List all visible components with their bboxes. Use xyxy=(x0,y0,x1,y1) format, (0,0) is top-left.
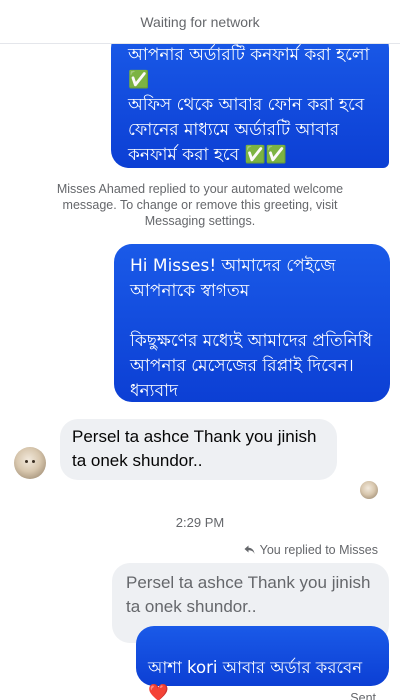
reply-indicator: You replied to Misses xyxy=(244,543,378,557)
contact-avatar[interactable] xyxy=(14,447,46,479)
outgoing-message-2[interactable]: Hi Misses! আমাদের পেইজে আপনাকে স্বাগতম ক… xyxy=(114,244,390,402)
system-note: Misses Ahamed replied to your automated … xyxy=(56,182,344,228)
network-status-text: Waiting for network xyxy=(140,13,260,30)
heart-emoji-icon: ❤️ xyxy=(148,683,169,700)
reply-indicator-text: You replied to Misses xyxy=(259,543,378,557)
seen-avatar xyxy=(360,481,378,499)
outgoing-reply-message[interactable]: আশা kori আবার অর্ডার করবেন ❤️ xyxy=(136,626,389,700)
incoming-message[interactable]: Persel ta ashce Thank you jinish ta onek… xyxy=(60,419,337,480)
message-timestamp: 2:29 PM xyxy=(175,515,225,530)
reply-arrow-icon xyxy=(244,545,255,554)
outgoing-message-1[interactable]: আপনার অর্ডারটি কনফার্ম করা হলো ✅ অফিস থে… xyxy=(111,30,389,168)
outgoing-reply-text: আশা kori আবার অর্ডার করবেন xyxy=(148,658,363,677)
network-status: Waiting for network xyxy=(0,0,400,44)
sent-status: Sent xyxy=(350,691,376,700)
